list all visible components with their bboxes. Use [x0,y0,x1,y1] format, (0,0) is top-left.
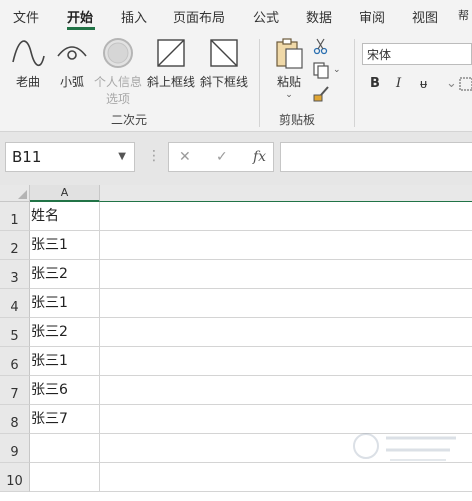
clipboard-icon [272,36,306,70]
group-separator [354,39,355,127]
ribbon-tab-bar: 文件 开始 插入 页面布局 公式 数据 审阅 视图 帮 [0,0,472,31]
row-cells[interactable] [100,289,472,318]
underline-button[interactable]: ᵾ [420,76,427,92]
font-name-input[interactable]: 宋体 [362,43,472,65]
format-painter-icon[interactable] [312,85,330,103]
cancel-icon[interactable]: ✕ [179,149,191,165]
row-cells[interactable] [100,463,472,492]
row-header[interactable]: 2 [0,231,30,260]
row-header[interactable]: 6 [0,347,30,376]
row-cells[interactable] [100,202,472,231]
cut-icon[interactable] [312,37,330,55]
cell-a5[interactable]: 张三2 [30,318,100,347]
personal-info-label-line1: 个人信息 [93,75,142,89]
cell-a2[interactable]: 张三1 [30,231,100,260]
group-separator [259,39,260,127]
row-header[interactable]: 9 [0,434,30,463]
underline-dropdown-icon[interactable]: ⌄ [446,76,457,91]
custom-group-label: 二次元 [111,113,148,127]
old-curve-label: 老曲 [15,75,40,89]
row-cells[interactable] [100,318,472,347]
italic-button[interactable]: I [396,76,401,91]
cell-a10[interactable] [30,463,100,492]
paste-dropdown-icon[interactable]: ⌄ [271,90,307,100]
tab-help[interactable]: 帮 [458,7,469,23]
tab-file[interactable]: 文件 [13,7,39,26]
cell-a1[interactable]: 姓名 [30,202,100,231]
diagonal-down-border-icon [207,36,241,70]
bold-button[interactable]: B [370,76,380,91]
name-box-dropdown-icon[interactable]: ▼ [118,143,126,171]
row-header[interactable]: 1 [0,202,30,231]
eye-arc-icon [55,36,89,70]
tab-review[interactable]: 审阅 [359,7,385,26]
row-cells[interactable] [100,376,472,405]
border-icon[interactable] [459,76,472,94]
column-header-a[interactable]: A [30,185,100,202]
formula-buttons: ✕ ✓ fx [168,142,274,172]
cell-reference: B11 [12,148,42,166]
column-header-area [100,185,472,202]
diagonal-up-border-label: 斜上框线 [146,75,195,89]
cell-a3[interactable]: 张三2 [30,260,100,289]
tab-insert[interactable]: 插入 [121,7,147,26]
personal-info-button[interactable]: 个人信息 选项 [92,36,144,107]
cell-a8[interactable]: 张三7 [30,405,100,434]
diagonal-down-border-label: 斜下框线 [199,75,248,89]
name-box[interactable]: B11 ▼ [5,142,135,172]
row-header[interactable]: 3 [0,260,30,289]
tab-data[interactable]: 数据 [306,7,332,26]
circle-icon [101,36,135,70]
row-cells[interactable] [100,347,472,376]
small-arc-button[interactable]: 小弧 [52,36,92,90]
select-all-button[interactable] [0,185,30,202]
row-header[interactable]: 8 [0,405,30,434]
tab-page-layout[interactable]: 页面布局 [173,7,225,26]
clipboard-group-label: 剪贴板 [279,113,316,127]
cell-a9[interactable] [30,434,100,463]
row-cells[interactable] [100,231,472,260]
diagonal-up-border-button[interactable]: 斜上框线 [146,36,196,90]
row-header[interactable]: 10 [0,463,30,492]
copy-dropdown-icon[interactable]: ⌄ [333,65,341,75]
small-arc-label: 小弧 [59,75,84,89]
copy-icon[interactable] [312,61,330,79]
watermark-logo [346,428,464,466]
formula-input[interactable] [280,142,472,172]
enter-icon[interactable]: ✓ [216,149,228,165]
diagonal-down-border-button[interactable]: 斜下框线 [198,36,250,90]
paste-label: 粘贴 [276,75,301,89]
personal-info-label-line2: 选项 [105,92,130,106]
cell-a6[interactable]: 张三1 [30,347,100,376]
formula-bar: B11 ▼ ⋮ ✕ ✓ fx [0,131,472,186]
row-header[interactable]: 7 [0,376,30,405]
old-curve-button[interactable]: 老曲 [8,36,48,90]
tab-formulas[interactable]: 公式 [253,7,279,26]
tab-view[interactable]: 视图 [412,7,438,26]
diagonal-up-border-icon [154,36,188,70]
ribbon: 老曲 小弧 个人信息 选项 斜上框线 斜下框线 二次元 粘贴 ⌄ ⌄ 剪贴板 宋… [0,31,472,155]
row-header[interactable]: 5 [0,318,30,347]
tab-home[interactable]: 开始 [67,7,93,26]
insert-function-icon[interactable]: fx [253,149,266,165]
row-cells[interactable] [100,260,472,289]
formula-bar-grip-icon[interactable]: ⋮ [147,148,161,164]
cell-a7[interactable]: 张三6 [30,376,100,405]
active-tab-indicator [67,27,95,30]
paste-button[interactable]: 粘贴 ⌄ [271,36,307,100]
curve-icon [11,36,45,70]
cell-a4[interactable]: 张三1 [30,289,100,318]
row-header[interactable]: 4 [0,289,30,318]
